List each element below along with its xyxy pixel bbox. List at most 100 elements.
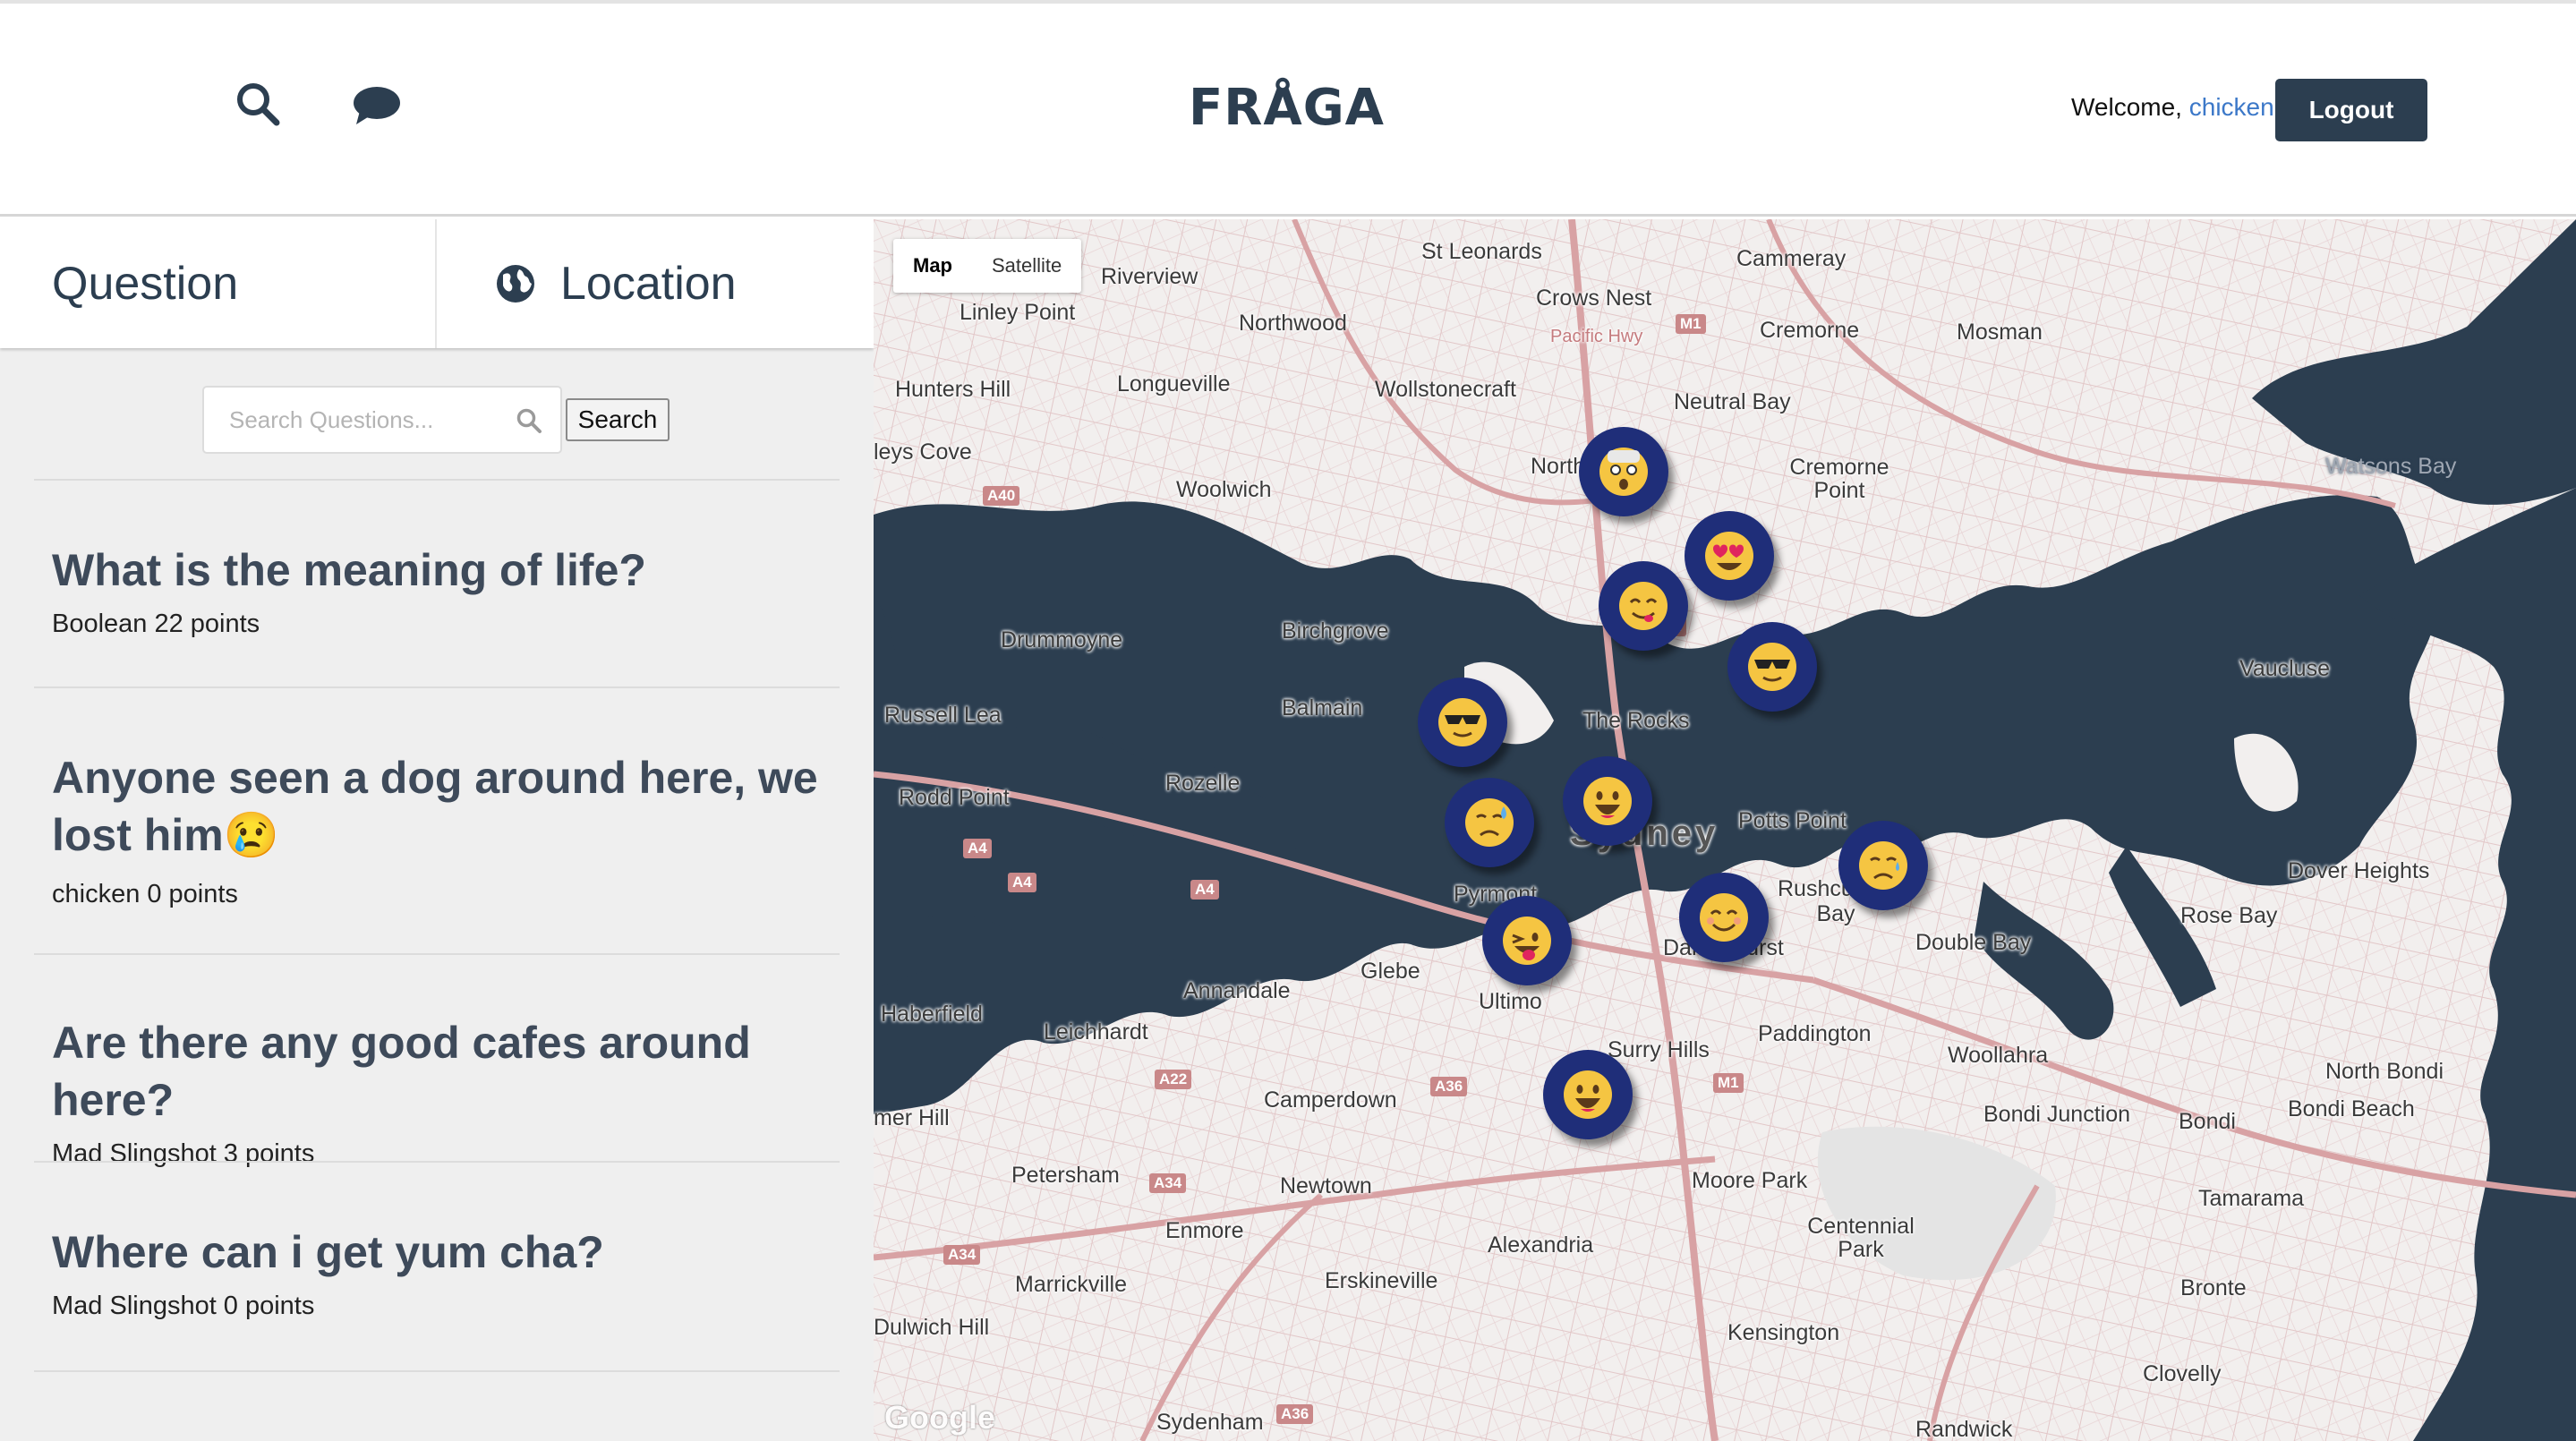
welcome-text: Welcome, chicken: [2071, 93, 2274, 122]
map-label: Bondi Beach: [2288, 1096, 2415, 1121]
map-label: Dulwich Hill: [874, 1315, 990, 1340]
map-label: Moore Park: [1692, 1168, 1808, 1193]
tab-question[interactable]: Question: [0, 219, 435, 348]
question-points: 0 points: [223, 1292, 315, 1320]
map-label: Dover Heights: [2288, 858, 2430, 883]
heart-eyes-face-marker[interactable]: [1685, 511, 1774, 601]
question-item[interactable]: Are there any good cafes around here? Ma…: [34, 1014, 840, 1169]
sad-sweat-face-marker[interactable]: [1445, 778, 1534, 867]
question-meta: chicken 0 points: [34, 880, 840, 909]
map-label: Rose Bay: [2180, 903, 2278, 928]
question-meta: Boolean 22 points: [34, 610, 840, 639]
yum-face-icon: [1619, 582, 1668, 630]
map-label: Sydenham: [1156, 1410, 1264, 1435]
map-label: Ultimo: [1479, 989, 1542, 1014]
map-label: Erskineville: [1325, 1268, 1438, 1293]
map-label: Wollstonecraft: [1375, 377, 1516, 402]
brand-title[interactable]: FRÅGA: [1146, 79, 1428, 137]
map-label: Watsons Bay: [2325, 454, 2457, 479]
divider: [34, 1370, 840, 1372]
map-label: Newtown: [1280, 1173, 1372, 1198]
map-label: Pacific Hwy: [1550, 327, 1643, 346]
question-title[interactable]: Are there any good cafes around here?: [34, 1014, 840, 1129]
map-label: Surry Hills: [1608, 1037, 1710, 1062]
tab-location[interactable]: Location: [435, 219, 874, 348]
question-title[interactable]: What is the meaning of life?: [34, 541, 840, 599]
astonished-face-marker[interactable]: [1579, 427, 1668, 516]
map-label: Kensington: [1727, 1320, 1840, 1345]
map-label: Leichhardt: [1044, 1019, 1148, 1045]
map-label: Mosman: [1957, 320, 2043, 345]
map-label: Cammeray: [1736, 246, 1847, 271]
search-button-wrap: Search: [566, 398, 872, 441]
sidebar: Question Location Search What is the mea…: [0, 219, 874, 1441]
map-label: Clovelly: [2143, 1361, 2222, 1386]
divider: [34, 479, 840, 481]
search-icon: [516, 408, 542, 433]
tab-question-label: Question: [52, 258, 239, 310]
question-author: chicken: [52, 880, 141, 908]
map-label: Linley Point: [960, 300, 1076, 325]
road-shield: A34: [1149, 1173, 1187, 1193]
welcome-prefix: Welcome,: [2071, 93, 2182, 121]
logout-button[interactable]: Logout: [2275, 79, 2427, 141]
map-label: Rodd Point: [899, 785, 1010, 810]
map-label: Glebe: [1361, 959, 1420, 984]
chat-bubble-icon[interactable]: [353, 86, 401, 125]
road-shield: A4: [1190, 880, 1219, 900]
map-label: Centennial Park: [1807, 1214, 1915, 1262]
question-item[interactable]: Where can i get yum cha? Mad Slingshot 0 …: [34, 1224, 840, 1321]
map-label: Drummoyne: [1001, 627, 1123, 652]
sunglasses-face-marker[interactable]: [1727, 622, 1817, 712]
question-title[interactable]: Anyone seen a dog around here, we lost h…: [34, 749, 840, 864]
question-points: 22 points: [154, 610, 260, 638]
map-label: Double Bay: [1915, 930, 2032, 955]
map-label: Northwood: [1239, 311, 1347, 336]
question-item[interactable]: Anyone seen a dog around here, we lost h…: [34, 749, 840, 909]
map-label: Petersham: [1011, 1163, 1120, 1188]
grinning-face-marker[interactable]: [1543, 1050, 1633, 1139]
question-title[interactable]: Where can i get yum cha?: [34, 1224, 840, 1281]
yum-face-marker[interactable]: [1599, 561, 1688, 651]
blush-face-marker[interactable]: [1679, 873, 1769, 962]
map-label: Bronte: [2180, 1275, 2247, 1300]
map-label: leys Cove: [874, 439, 972, 465]
road-shield: A4: [963, 839, 992, 858]
road-shield: M1: [1676, 314, 1706, 334]
road-shield: A36: [1430, 1077, 1468, 1096]
sunglasses-face-marker[interactable]: [1418, 678, 1507, 767]
road-shield: M1: [1713, 1073, 1744, 1093]
sunglasses-face-icon: [1748, 643, 1796, 691]
map-label: Cremorne Point: [1789, 455, 1889, 503]
map-label: North: [1531, 454, 1586, 479]
question-item[interactable]: What is the meaning of life? Boolean 22 p…: [34, 541, 840, 639]
map-label: Woolwich: [1176, 477, 1272, 502]
astonished-face-icon: [1599, 448, 1648, 496]
grinning-face-marker[interactable]: [1563, 756, 1652, 846]
map-label: Russell Lea: [884, 703, 1002, 728]
search-icon[interactable]: [235, 81, 281, 127]
divider: [34, 1161, 840, 1163]
map-label: Enmore: [1165, 1218, 1244, 1243]
map-label: Neutral Bay: [1674, 389, 1791, 414]
map-label: Tamarama: [2198, 1186, 2305, 1211]
username-link[interactable]: chicken: [2189, 93, 2274, 121]
search-button[interactable]: Search: [566, 398, 670, 441]
map-label: Potts Point: [1738, 808, 1847, 833]
winking-tongue-face-marker[interactable]: [1482, 896, 1572, 985]
question-meta: Mad Slingshot 0 points: [34, 1292, 840, 1321]
question-author: Mad Slingshot: [52, 1139, 217, 1168]
divider: [34, 686, 840, 688]
winking-tongue-face-icon: [1503, 917, 1551, 965]
disappointed-face-marker[interactable]: [1838, 821, 1928, 910]
road-shield: A36: [1276, 1404, 1314, 1424]
map-label: Woollahra: [1948, 1043, 2049, 1068]
map-label: St Leonards: [1421, 239, 1542, 264]
globe-icon: [497, 265, 534, 303]
search-input[interactable]: [229, 402, 498, 438]
map-label: Haberfield: [881, 1002, 983, 1027]
map-type-map-button[interactable]: Map: [893, 239, 972, 293]
map-type-satellite-button[interactable]: Satellite: [972, 239, 1081, 293]
map-label: Bondi Junction: [1983, 1102, 2131, 1127]
map[interactable]: Map Satellite St Leonards Cammeray River…: [874, 219, 2576, 1441]
